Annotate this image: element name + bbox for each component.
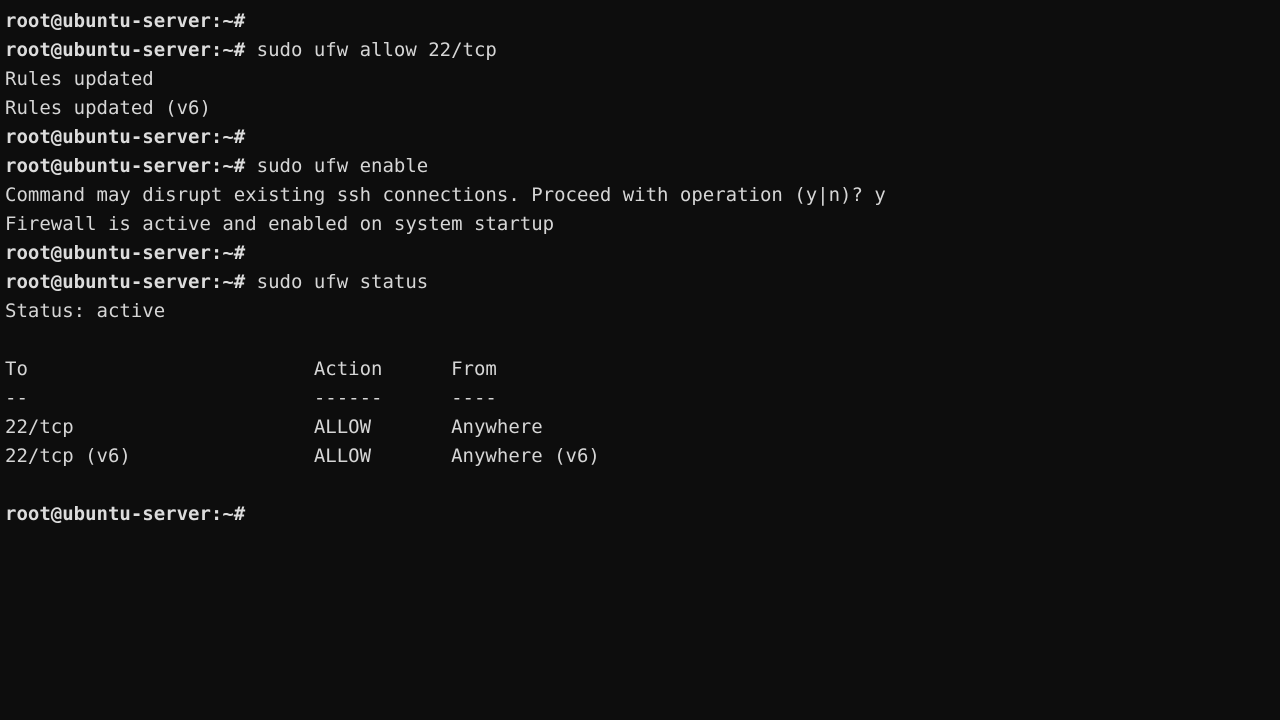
shell-prompt: root@ubuntu-server:~# [5, 10, 246, 32]
shell-prompt: root@ubuntu-server:~# [5, 503, 246, 525]
status-text: Status: active [5, 300, 166, 322]
terminal-line-prompt-current[interactable]: root@ubuntu-server:~# [5, 500, 1280, 529]
terminal-line-prompt-empty-2: root@ubuntu-server:~# [5, 123, 1280, 152]
shell-prompt: root@ubuntu-server:~# [5, 39, 246, 61]
table-row-text: 22/tcp (v6) ALLOW Anywhere (v6) [5, 445, 600, 467]
terminal-window[interactable]: root@ubuntu-server:~# root@ubuntu-server… [0, 0, 1280, 720]
terminal-line-output-ssh-warning: Command may disrupt existing ssh connect… [5, 181, 1280, 210]
shell-prompt: root@ubuntu-server:~# [5, 271, 246, 293]
terminal-line-blank-2 [5, 471, 1280, 500]
table-header-text: To Action From [5, 358, 497, 380]
terminal-line-blank-1 [5, 326, 1280, 355]
terminal-line-prompt-empty-1: root@ubuntu-server:~# [5, 7, 1280, 36]
table-divider-row: -- ------ ---- [5, 384, 1280, 413]
terminal-line-command-ufw-enable: root@ubuntu-server:~# sudo ufw enable [5, 152, 1280, 181]
terminal-line-prompt-empty-3: root@ubuntu-server:~# [5, 239, 1280, 268]
command-text: sudo ufw status [245, 271, 429, 293]
table-row-text: 22/tcp ALLOW Anywhere [5, 416, 543, 438]
terminal-line-output-rules-updated-v6: Rules updated (v6) [5, 94, 1280, 123]
table-row: 22/tcp (v6) ALLOW Anywhere (v6) [5, 442, 1280, 471]
output-text: Firewall is active and enabled on system… [5, 213, 555, 235]
output-text: Rules updated [5, 68, 154, 90]
terminal-line-output-rules-updated: Rules updated [5, 65, 1280, 94]
shell-prompt: root@ubuntu-server:~# [5, 155, 246, 177]
terminal-line-output-firewall-active: Firewall is active and enabled on system… [5, 210, 1280, 239]
table-row: 22/tcp ALLOW Anywhere [5, 413, 1280, 442]
terminal-line-command-ufw-status: root@ubuntu-server:~# sudo ufw status [5, 268, 1280, 297]
shell-prompt: root@ubuntu-server:~# [5, 126, 246, 148]
terminal-line-output-status-active: Status: active [5, 297, 1280, 326]
output-text: Command may disrupt existing ssh connect… [5, 184, 886, 206]
terminal-line-command-ufw-allow: root@ubuntu-server:~# sudo ufw allow 22/… [5, 36, 1280, 65]
command-text: sudo ufw enable [245, 155, 429, 177]
table-divider-text: -- ------ ---- [5, 387, 497, 409]
output-text: Rules updated (v6) [5, 97, 211, 119]
shell-prompt: root@ubuntu-server:~# [5, 242, 246, 264]
table-header-row: To Action From [5, 355, 1280, 384]
command-text: sudo ufw allow 22/tcp [245, 39, 497, 61]
